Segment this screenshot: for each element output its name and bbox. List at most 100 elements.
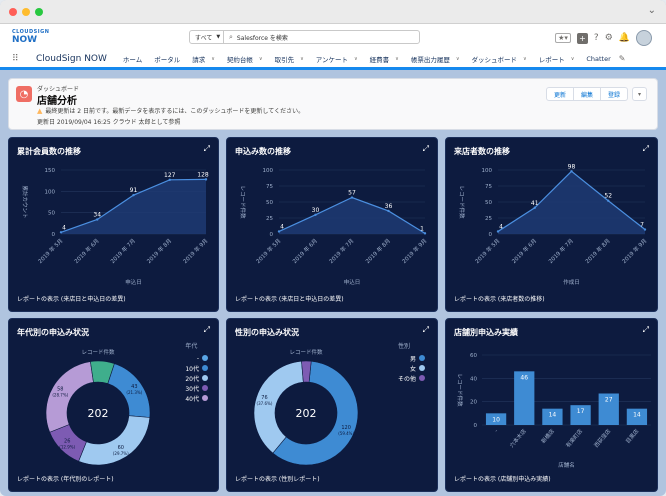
expand-icon[interactable]: ⤢ [643, 325, 649, 335]
search-icon: ⌕ [229, 32, 233, 41]
dashboard-panel: 0 25 50 75 100 4 30 57 36 1 2019 年 5月 2019 年 6月 2019… [226, 137, 438, 312]
data-point[interactable] [643, 228, 647, 231]
nav-item-4[interactable]: 取引先 ∨ [269, 49, 310, 69]
data-point[interactable] [204, 178, 208, 181]
nav-item-7[interactable]: 帳票出力履歴 ∨ [405, 49, 466, 69]
expand-icon[interactable]: ⤢ [204, 144, 210, 154]
minimize-window-button[interactable] [22, 8, 30, 16]
help-icon[interactable]: ? [594, 33, 599, 43]
pie-slice[interactable] [78, 415, 151, 466]
nav-item-6[interactable]: 経費書 ∨ [364, 49, 405, 69]
data-point[interactable] [277, 230, 281, 233]
search-input[interactable]: ⌕ Salesforce を検索 [224, 33, 419, 42]
favorites-icon[interactable]: ★▾ [555, 33, 571, 43]
app-launcher-icon[interactable]: ⠿ [12, 54, 24, 64]
x-tick-label: 2019 年 8月 [364, 237, 392, 265]
view-report-link[interactable]: レポートの表示 (来店日と申込日の差異) [235, 294, 344, 303]
data-point[interactable] [607, 199, 610, 202]
chevron-down-icon[interactable]: ∨ [211, 56, 215, 62]
close-window-button[interactable] [9, 8, 17, 16]
legend-item[interactable]: - [185, 353, 208, 363]
setup-gear-icon[interactable]: ⚙ [605, 33, 613, 43]
legend-item[interactable]: その他 [398, 373, 426, 383]
nav-item-3[interactable]: 契約台帳 ∨ [220, 50, 269, 70]
area-fill [498, 171, 645, 234]
view-report-link[interactable]: レポートの表示 (来店日と申込日の差異) [17, 294, 126, 303]
refresh-button[interactable]: 更新 [545, 87, 574, 101]
data-point[interactable] [96, 218, 99, 221]
chevron-down-icon[interactable]: ∨ [259, 56, 263, 62]
expand-icon[interactable]: ⤢ [423, 144, 429, 154]
chevron-down-icon[interactable]: ⌄ [648, 5, 656, 16]
notifications-bell-icon[interactable]: 🔔 [619, 33, 630, 43]
user-avatar[interactable] [636, 30, 652, 46]
subscribe-button[interactable]: 登録 [599, 87, 628, 101]
dashboard-title: 店舗分析 [37, 96, 77, 107]
nav-item-1[interactable]: ポータル [148, 49, 186, 69]
chevron-down-icon[interactable]: ∨ [354, 56, 358, 62]
data-point[interactable] [423, 232, 427, 235]
chevron-down-icon[interactable]: ∨ [300, 56, 304, 62]
data-label: 41 [531, 200, 539, 207]
data-point[interactable] [168, 178, 171, 182]
nav-item-2[interactable]: 請求 ∨ [186, 49, 221, 69]
chevron-down-icon[interactable]: ∨ [456, 56, 460, 62]
view-report-link[interactable]: レポートの表示 (来店者数の推移) [454, 294, 545, 303]
data-point[interactable] [132, 193, 135, 197]
expand-icon[interactable]: ⤢ [643, 144, 649, 154]
y-tick-label: 60 [470, 353, 477, 359]
expand-icon[interactable]: ⤢ [423, 325, 429, 335]
view-report-link[interactable]: レポートの表示 (年代別のレポート) [17, 474, 114, 483]
app-logo[interactable]: CLOUDSIGN NOW [12, 29, 49, 45]
y-tick-label: 100 [263, 168, 274, 174]
chevron-down-icon[interactable]: ∨ [571, 56, 575, 62]
expand-icon[interactable]: ⤢ [204, 325, 210, 335]
view-report-link[interactable]: レポートの表示 (性別レポート) [235, 474, 320, 483]
legend-item[interactable]: 女 [398, 363, 426, 373]
bar-value-label: 14 [549, 412, 557, 419]
global-actions-icon[interactable]: + [576, 32, 588, 44]
y-tick-label: 25 [266, 216, 273, 222]
legend-item-label: 10代 [185, 365, 199, 373]
data-label: 1 [420, 225, 424, 232]
chevron-down-icon[interactable]: ∨ [395, 56, 399, 62]
nav-item-5[interactable]: アンケート ∨ [310, 49, 364, 69]
dashboard-header: ◔ ダッシュボード 店舗分析 ▲ 最終更新は 2 日前です。最新データを表示する… [8, 78, 658, 130]
legend-item[interactable]: 40代 [185, 393, 208, 403]
x-tick-label: - [494, 428, 500, 433]
nav-item-9[interactable]: レポート ∨ [533, 49, 581, 69]
search-scope-select[interactable]: すべて ▼ [190, 31, 224, 43]
nav-item-10[interactable]: Chatter [580, 49, 616, 69]
more-actions-chevron-icon[interactable]: ▾ [631, 87, 647, 101]
legend-item[interactable]: 30代 [185, 383, 208, 393]
data-point[interactable] [59, 231, 63, 234]
nav-item-0[interactable]: ホーム [117, 49, 148, 69]
app-navigation-bar: ⠿ CloudSign NOW ホーム ポータル 請求 ∨ 契約台帳 ∨ 取引先 ∨ アンケート… [0, 50, 666, 70]
global-header: CLOUDSIGN NOW すべて ▼ ⌕ Salesforce を検索 ★▾ … [0, 24, 666, 50]
y-tick-label: 0 [489, 232, 493, 238]
data-label: 91 [130, 187, 138, 194]
header-utility-icons: ★▾ + ? ⚙ 🔔 [555, 30, 652, 46]
data-point[interactable] [496, 230, 500, 233]
view-report-link[interactable]: レポートの表示 (店舗別申込み実績) [454, 474, 551, 483]
zoom-window-button[interactable] [35, 8, 43, 16]
legend-item[interactable]: 20代 [185, 373, 208, 383]
slice-percent-label: (28.7%) [52, 392, 68, 397]
y-tick-label: 150 [45, 168, 56, 174]
edit-nav-pencil-icon[interactable]: ✎ [619, 54, 626, 63]
legend-swatch [202, 375, 208, 381]
data-point[interactable] [533, 206, 536, 209]
edit-button[interactable]: 編集 [572, 87, 601, 101]
dashboard-panel: レコード件数 43 (21.3%) 60 (29.7%) 26 (12.9%) 58 (28.7… [8, 318, 219, 492]
nav-item-8[interactable]: ダッシュボード ∨ [466, 49, 533, 69]
data-point[interactable] [570, 170, 573, 173]
y-tick-label: 0 [52, 232, 56, 238]
data-point[interactable] [350, 196, 354, 199]
warning-icon: ▲ [37, 106, 43, 115]
data-point[interactable] [387, 209, 390, 213]
legend-item[interactable]: 10代 [185, 363, 208, 373]
chevron-down-icon[interactable]: ∨ [523, 56, 527, 62]
data-point[interactable] [314, 213, 317, 216]
browser-window: ⌄ CLOUDSIGN NOW すべて ▼ ⌕ Salesforce を検索 ★… [0, 0, 666, 496]
legend-item[interactable]: 男 [398, 353, 426, 363]
